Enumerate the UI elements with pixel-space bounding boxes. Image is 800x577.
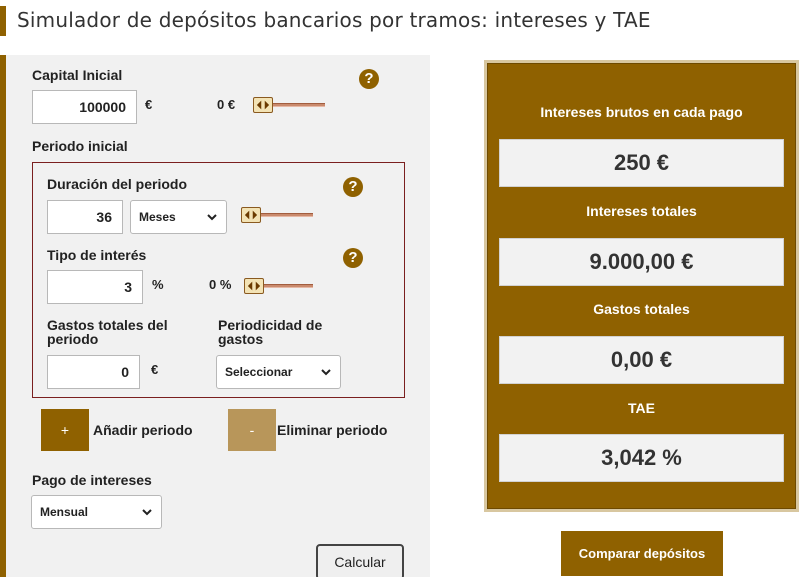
capital-label: Capital Inicial (32, 67, 123, 83)
duracion-slider[interactable] (241, 207, 313, 223)
intereses-pago-label: Intereses brutos en cada pago (540, 104, 743, 120)
slider-handle-icon[interactable] (241, 207, 261, 223)
capital-unit: € (145, 97, 153, 112)
interes-help-icon[interactable]: ? (343, 248, 363, 268)
capital-slider[interactable] (253, 97, 325, 113)
capital-input[interactable] (32, 90, 137, 124)
chevron-down-icon (207, 214, 217, 221)
pago-label: Pago de intereses (32, 472, 152, 488)
chevron-down-icon (321, 369, 331, 376)
gastos-input[interactable] (47, 355, 140, 389)
add-period-button[interactable]: + (41, 409, 89, 451)
comparar-depositos-button[interactable]: Comparar depósitos (561, 531, 723, 576)
gastos-unit: € (151, 362, 159, 377)
gastos-totales-value: 0,00 € (499, 336, 784, 384)
periodicidad-select[interactable]: Seleccionar (216, 355, 341, 389)
intereses-totales-label: Intereses totales (586, 203, 697, 219)
capital-help-icon[interactable]: ? (359, 69, 379, 89)
intereses-pago-value: 250 € (499, 139, 784, 187)
remove-period-button[interactable]: - (228, 409, 276, 451)
slider-handle-icon[interactable] (244, 278, 264, 294)
tae-label: TAE (628, 400, 655, 416)
add-period-label[interactable]: Añadir periodo (93, 423, 193, 437)
duracion-input[interactable] (47, 200, 123, 234)
duracion-unit-selected: Meses (139, 210, 176, 224)
calcular-button[interactable]: Calcular (316, 544, 404, 577)
slider-handle-icon[interactable] (253, 97, 273, 113)
capital-slider-min-label: 0 € (217, 97, 236, 112)
intereses-totales-value: 9.000,00 € (499, 238, 784, 286)
tae-value: 3,042 % (499, 434, 784, 482)
interes-unit: % (152, 277, 164, 292)
remove-period-label[interactable]: Eliminar periodo (277, 423, 387, 437)
periodicidad-label: Periodicidad de gastos (218, 317, 323, 347)
pago-select[interactable]: Mensual (31, 495, 162, 529)
gastos-totales-label: Gastos totales (593, 301, 690, 317)
interes-input[interactable] (47, 270, 143, 304)
title-accent-bar (0, 6, 6, 36)
periodo-heading: Periodo inicial (32, 138, 128, 154)
pago-selected: Mensual (40, 505, 89, 519)
interes-slider[interactable] (244, 278, 313, 294)
interes-slider-min-label: 0 % (209, 277, 232, 292)
duracion-unit-select[interactable]: Meses (130, 200, 227, 234)
duracion-label: Duración del periodo (47, 176, 188, 192)
gastos-label: Gastos totales del periodo (47, 317, 168, 347)
duracion-help-icon[interactable]: ? (343, 177, 363, 197)
periodicidad-selected: Seleccionar (225, 365, 293, 379)
page-title: Simulador de depósitos bancarios por tra… (17, 8, 651, 32)
interes-label: Tipo de interés (47, 247, 147, 263)
results-panel: Intereses brutos en cada pago 250 € Inte… (487, 63, 796, 509)
chevron-down-icon (142, 509, 152, 516)
